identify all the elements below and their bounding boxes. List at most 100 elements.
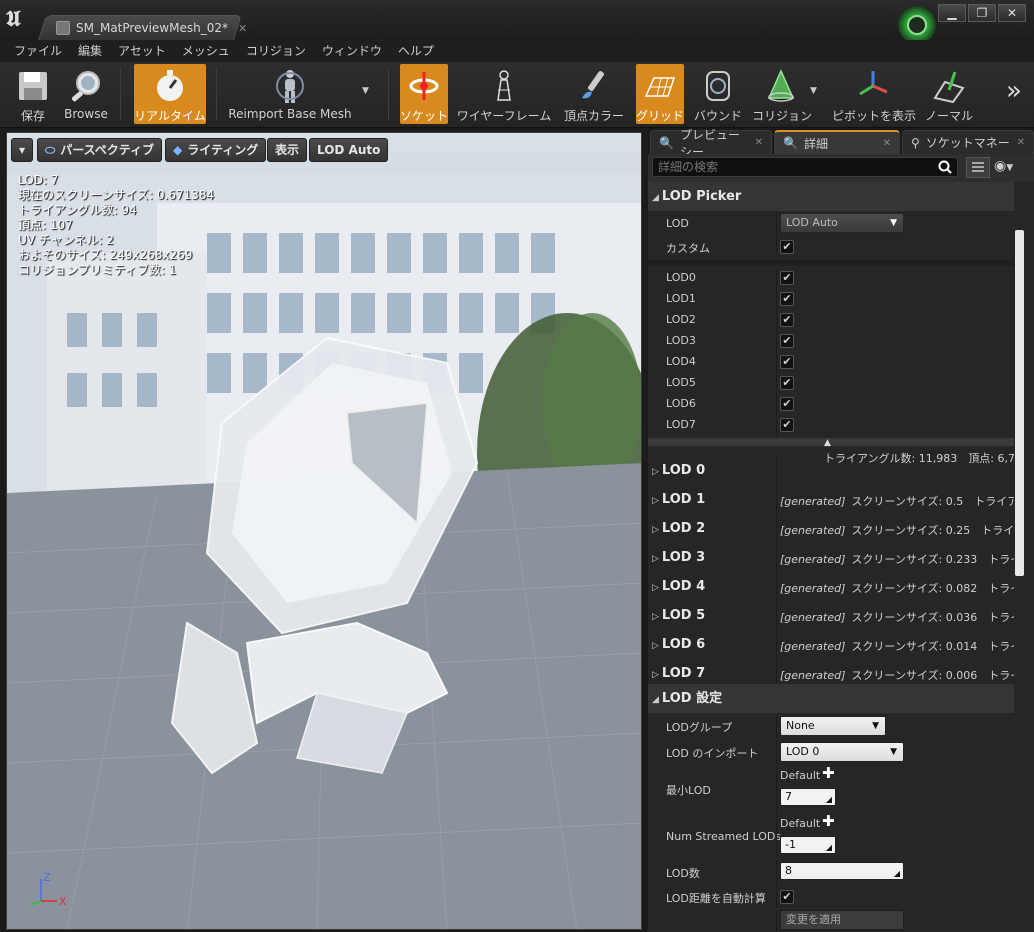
menu-window[interactable]: ウィンドウ xyxy=(314,40,390,62)
lod-row[interactable]: ▷LOD 5 [generated] スクリーンサイズ: 0.036 トライアング xyxy=(648,602,1014,631)
close-tab-icon[interactable]: ✕ xyxy=(755,137,763,148)
wireframe-button[interactable]: ワイヤーフレーム xyxy=(456,64,552,124)
view-options-button[interactable]: ◉▼ xyxy=(994,158,1028,178)
lod-row-name: LOD 2 xyxy=(661,521,706,536)
lod0-label: LOD0 xyxy=(666,271,696,284)
lod-row[interactable]: ▷LOD 3 [generated] スクリーンサイズ: 0.233 トライアン xyxy=(648,544,1014,573)
prop-num-streamed-lods: Num Streamed LODs Default ✚ -1 ◢ xyxy=(648,812,1014,858)
lod-row[interactable]: ▷ LOD 0 xyxy=(648,457,1014,486)
realtime-toggle[interactable]: リアルタイム xyxy=(134,64,206,124)
property-matrix-button[interactable] xyxy=(966,157,990,178)
grid-label: グリッド xyxy=(636,109,685,123)
lod7-checkbox[interactable]: ✔ xyxy=(780,418,794,432)
viewport-stats-overlay: LOD: 7 現在のスクリーンサイズ: 0.671384 トライアングル数: 9… xyxy=(18,173,214,278)
axis-gizmo-icon: Z X xyxy=(30,871,67,908)
close-tab-icon[interactable]: ✕ xyxy=(238,22,247,35)
collapse-arrow-icon[interactable]: ▲ xyxy=(824,438,831,448)
search-icon[interactable] xyxy=(938,160,952,174)
lod-picker-combo[interactable]: LOD Auto ▼ xyxy=(780,213,904,233)
normal-label: ノーマル xyxy=(924,109,973,123)
drag-grip-icon: ◢ xyxy=(893,869,900,878)
lod5-label: LOD5 xyxy=(666,376,696,389)
lod-row[interactable]: ▷LOD 4 [generated] スクリーンサイズ: 0.082 トライアン xyxy=(648,573,1014,602)
lod-auto-button[interactable]: LOD Auto xyxy=(309,138,389,162)
menu-edit[interactable]: 編集 xyxy=(70,40,110,62)
lod-row-name: LOD 7 xyxy=(661,666,706,681)
bounds-button[interactable]: バウンド xyxy=(692,64,744,124)
lod-import-combo[interactable]: LOD 0 ▼ xyxy=(780,742,904,762)
lighting-button[interactable]: ◆ ライティング xyxy=(165,138,267,162)
lod3-checkbox[interactable]: ✔ xyxy=(780,334,794,348)
menu-file[interactable]: ファイル xyxy=(6,40,70,62)
show-button[interactable]: 表示 xyxy=(267,138,308,162)
lod6-checkbox[interactable]: ✔ xyxy=(780,397,794,411)
close-tab-icon[interactable]: ✕ xyxy=(1017,137,1025,148)
min-lod-default-label: Default xyxy=(780,769,821,782)
close-button[interactable]: ✕ xyxy=(998,4,1026,22)
collision-button[interactable]: コリジョン xyxy=(752,64,813,124)
normal-button[interactable]: ノーマル xyxy=(920,64,978,124)
tab-preview-scene[interactable]: 🔍 プレビューシー ✕ xyxy=(650,128,772,159)
category-lod-settings[interactable]: ◢ LOD 設定 xyxy=(648,684,1014,713)
stat-triangles: トライアングル数: 94 xyxy=(18,203,137,217)
custom-checkbox[interactable]: ✔ xyxy=(780,240,794,254)
apply-changes-button[interactable]: 変更を適用 xyxy=(780,910,904,930)
min-lod-input[interactable]: 7 ◢ xyxy=(780,788,836,806)
lod-group-label: LODグループ xyxy=(666,721,733,734)
source-control-status-icon[interactable] xyxy=(894,4,940,44)
add-platform-override-icon[interactable]: ✚ xyxy=(822,812,835,830)
browse-button[interactable]: Browse xyxy=(60,64,112,124)
collision-label: コリジョン xyxy=(752,109,813,123)
lod0-checkbox[interactable]: ✔ xyxy=(780,271,794,285)
minimize-button[interactable]: ▁ xyxy=(938,4,966,22)
grid-toggle[interactable]: グリッド xyxy=(636,64,684,124)
auto-compute-lod-checkbox[interactable]: ✔ xyxy=(780,890,794,904)
min-lod-label: 最小LOD xyxy=(666,784,711,797)
category-lod-picker[interactable]: ◢ LOD Picker xyxy=(648,182,1014,211)
lod4-checkbox[interactable]: ✔ xyxy=(780,355,794,369)
collision-dropdown-arrow-icon[interactable]: ▼ xyxy=(810,86,817,96)
lod-row-summary: [generated] スクリーンサイズ: 0.233 トライアン xyxy=(780,551,1014,567)
lod-group-combo[interactable]: None ▼ xyxy=(780,716,886,736)
lod-row-screen-size: スクリーンサイズ: 0.25 トライアングル xyxy=(851,524,1014,537)
menu-mesh[interactable]: メッシュ xyxy=(174,40,238,62)
mesh-preview-viewport[interactable]: ▾ ⬭ パースペクティブ ◆ ライティング 表示 LOD Auto LOD: 7… xyxy=(6,132,642,930)
viewport-options-arrow-icon: ▾ xyxy=(18,143,26,157)
menu-help[interactable]: ヘルプ xyxy=(390,40,442,62)
lod5-checkbox[interactable]: ✔ xyxy=(780,376,794,390)
menu-asset[interactable]: アセット xyxy=(110,40,174,62)
lod1-checkbox[interactable]: ✔ xyxy=(780,292,794,306)
min-lod-value: 7 xyxy=(785,790,792,803)
perspective-button[interactable]: ⬭ パースペクティブ xyxy=(37,138,163,162)
maximize-button[interactable]: ❐ xyxy=(968,4,996,22)
save-button[interactable]: 保存 xyxy=(8,64,58,124)
lod2-checkbox[interactable]: ✔ xyxy=(780,313,794,327)
socket-toggle[interactable]: ソケット xyxy=(400,64,448,124)
lod-count-input[interactable]: 8 ◢ xyxy=(780,862,904,880)
reimport-base-mesh-button[interactable]: Reimport Base Mesh xyxy=(224,64,356,124)
reimport-dropdown-arrow-icon[interactable]: ▼ xyxy=(362,86,369,96)
prop-lod-count: LOD数 8 ◢ xyxy=(648,860,1014,884)
toolbar-overflow-icon[interactable]: » xyxy=(1006,76,1022,106)
magnifier-icon xyxy=(71,71,100,102)
lod-row-title: ▷ LOD 5 xyxy=(652,608,705,623)
lod-row-title: ▷ LOD 0 xyxy=(652,463,705,478)
details-search-input[interactable] xyxy=(652,157,958,177)
lod-row[interactable]: ▷LOD 6 [generated] スクリーンサイズ: 0.014 トライアング xyxy=(648,631,1014,660)
menu-collision[interactable]: コリジョン xyxy=(238,40,314,62)
num-streamed-lods-input[interactable]: -1 ◢ xyxy=(780,836,836,854)
vertex-color-button[interactable]: 頂点カラー xyxy=(560,64,628,124)
document-tab-content[interactable]: SM_MatPreviewMesh_02* ✕ xyxy=(56,19,247,37)
num-streamed-default-label: Default xyxy=(780,817,821,830)
viewport-options-button[interactable]: ▾ xyxy=(11,138,33,162)
prop-lod-import: LOD のインポート LOD 0 ▼ xyxy=(648,740,1014,764)
tab-socket-manager[interactable]: ⚲ ソケットマネー ✕ xyxy=(902,130,1034,154)
details-scrollbar-thumb[interactable] xyxy=(1015,230,1024,576)
lod-row-title: ▷ LOD 2 xyxy=(652,521,705,536)
lod-row[interactable]: ▷LOD 2 [generated] スクリーンサイズ: 0.25 トライアングル xyxy=(648,515,1014,544)
lod-row[interactable]: ▷LOD 1 [generated] スクリーンサイズ: 0.5 トライアング xyxy=(648,486,1014,515)
tab-details[interactable]: 🔍 詳細 ✕ xyxy=(774,130,900,154)
close-tab-icon[interactable]: ✕ xyxy=(883,138,891,149)
add-platform-override-icon[interactable]: ✚ xyxy=(822,764,835,782)
show-pivot-button[interactable]: ピボットを表示 xyxy=(832,64,916,124)
